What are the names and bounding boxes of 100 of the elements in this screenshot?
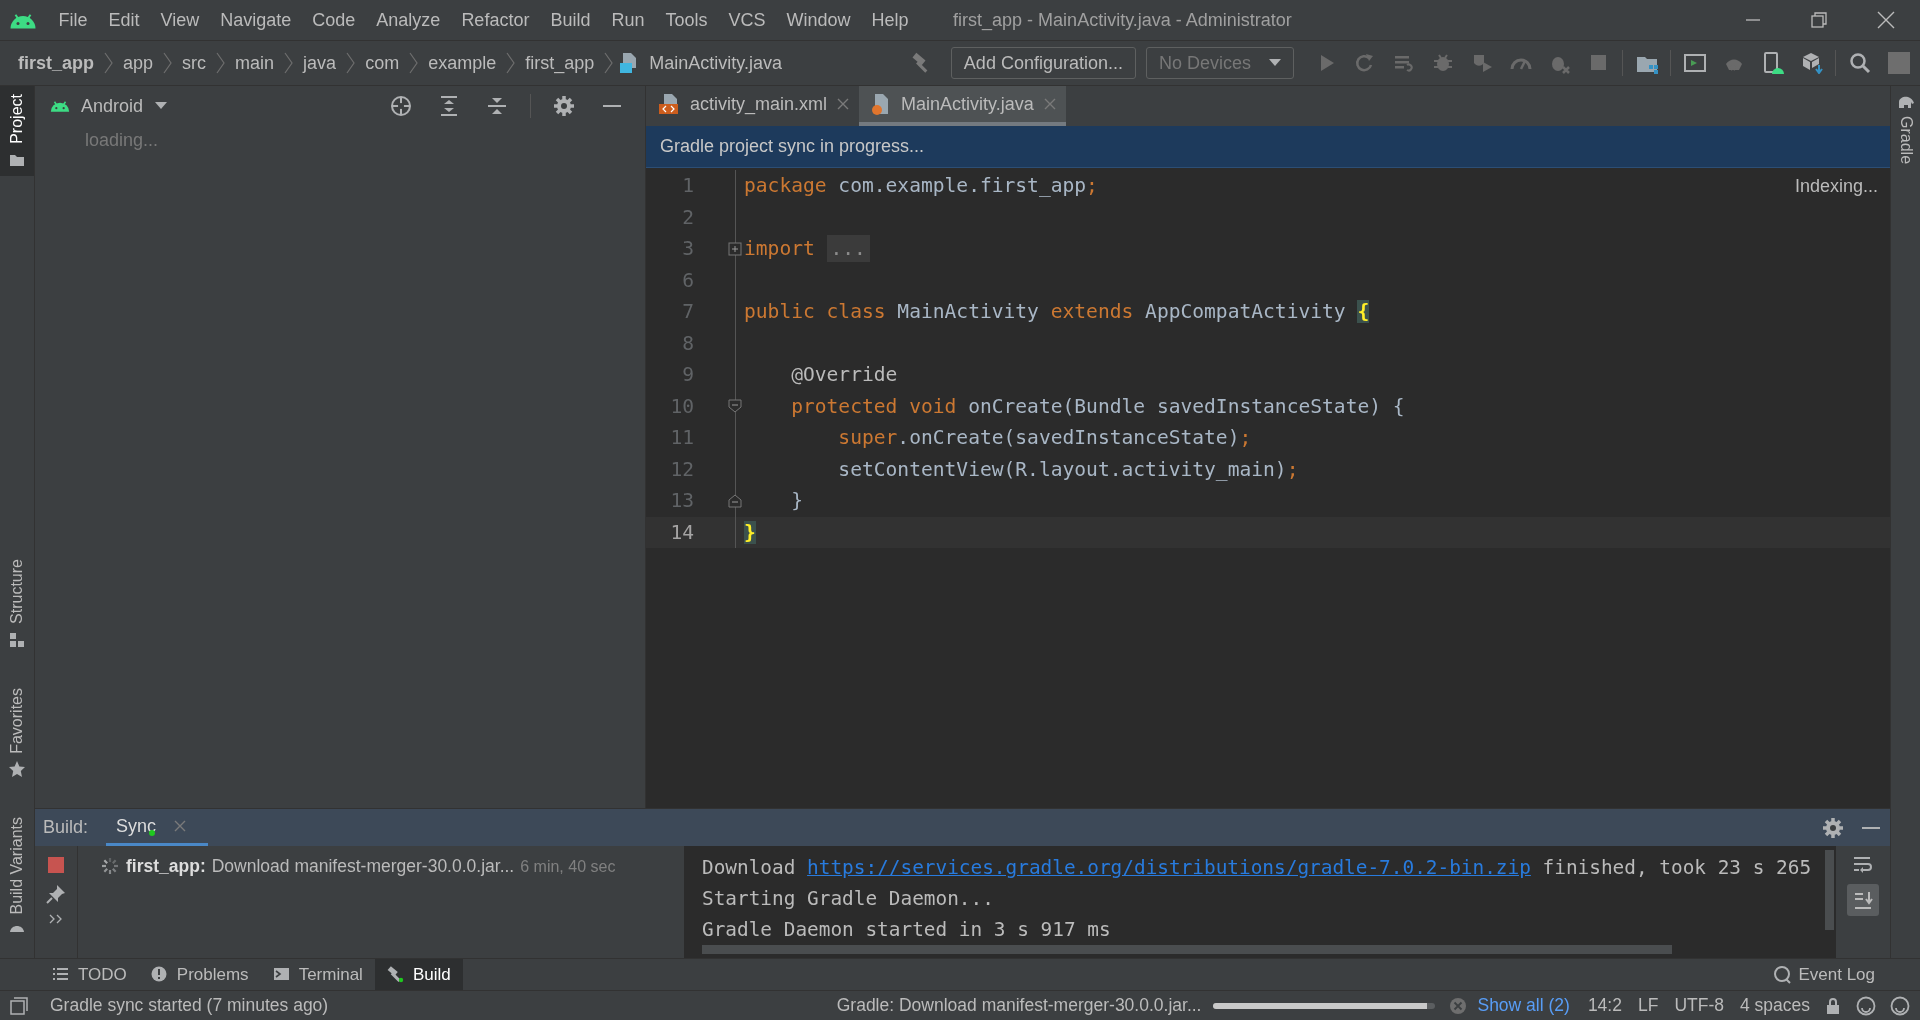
caret-icon [155, 102, 168, 110]
lock-icon[interactable] [1826, 997, 1840, 1014]
line-number: 12 [669, 457, 694, 481]
menu-item[interactable]: VCS [718, 9, 776, 31]
star-icon [9, 761, 25, 778]
tool-window-tab[interactable]: Problems [138, 959, 261, 990]
phone-icon[interactable] [1761, 52, 1784, 74]
more-icon[interactable] [49, 914, 63, 924]
breadcrumb[interactable]: main [235, 52, 275, 74]
menu-item[interactable]: Run [600, 9, 655, 31]
event-log-tab[interactable]: Event Log [1773, 959, 1875, 990]
menu-item[interactable]: View [150, 9, 210, 31]
rerun-icon[interactable] [1353, 52, 1376, 74]
line-number: 14 [669, 520, 694, 544]
editor-tab[interactable]: activity_main.xml [646, 86, 860, 126]
search-icon[interactable] [1848, 52, 1871, 74]
scroll-to-end-icon[interactable] [1847, 884, 1879, 916]
tool-window-button[interactable]: Build Variants [0, 809, 34, 940]
menu-item[interactable]: Code [301, 9, 366, 31]
chevron-icon [346, 52, 356, 74]
smiley-icon[interactable] [1890, 995, 1910, 1016]
chevron-icon [284, 52, 294, 74]
tool-window-tab[interactable]: Build [374, 959, 463, 990]
breadcrumb[interactable]: com [365, 52, 400, 74]
menu-item[interactable]: Navigate [209, 9, 302, 31]
menu-item[interactable]: Edit [98, 9, 151, 31]
chevron-icon [216, 52, 226, 74]
settings-icon[interactable] [1822, 816, 1844, 839]
code-line: protected void onCreate(Bundle savedInstanceState) { [790, 394, 1405, 418]
show-all-link[interactable]: Show all (2) [1477, 995, 1570, 1016]
breadcrumb[interactable]: java [303, 52, 337, 74]
fold-expand-icon[interactable] [728, 241, 742, 256]
line-separator[interactable]: LF [1637, 995, 1659, 1016]
tool-window-tab[interactable]: Terminal [260, 959, 375, 990]
code-line: package com.example.first_app; [744, 174, 1098, 198]
menu-item[interactable]: Build [539, 9, 601, 31]
loading-text: loading... [84, 129, 160, 151]
scrollbar[interactable] [1825, 850, 1834, 930]
cancel-icon[interactable] [1449, 996, 1468, 1015]
caret-icon [1269, 59, 1281, 67]
square-icon[interactable] [1887, 52, 1910, 74]
code-line: setContentView(R.layout.activity_main); [837, 457, 1299, 481]
breadcrumb[interactable]: first_app [525, 52, 595, 74]
tool-window-button[interactable]: Project [0, 86, 34, 176]
tool-window-button[interactable]: Structure [0, 550, 34, 656]
panel-label: Build: [42, 817, 90, 838]
panel-toggle-icon[interactable] [10, 996, 28, 1015]
menu-item[interactable]: Help [861, 9, 920, 31]
hammer-icon [386, 966, 404, 983]
line-number: 3 [681, 237, 694, 261]
breadcrumb[interactable]: example [428, 52, 497, 74]
stop-icon[interactable] [47, 856, 65, 874]
menu-item[interactable]: Tools [654, 9, 718, 31]
menu-item[interactable]: Analyze [365, 9, 451, 31]
chevron-icon [163, 52, 173, 74]
package-download-icon[interactable] [1800, 52, 1823, 74]
link[interactable]: https://services.gradle.org/distributions/gradle-7.0.2-bin.zip [807, 856, 1531, 879]
close-icon[interactable] [837, 98, 850, 110]
settings-icon[interactable] [553, 95, 575, 117]
tool-window-button[interactable]: Gradle [1891, 86, 1920, 173]
console-line: Starting Gradle Daemon... [702, 886, 995, 912]
tool-window-tab[interactable]: TODO [40, 959, 139, 990]
console-line: Download https://services.gradle.org/distributions/gradle-7.0.2-bin.zip finished, took 23 s 265 [702, 855, 1813, 881]
tree-item[interactable]: first_app: Download manifest-merger-30.0.0.jar... 6 min, 40 sec [126, 856, 616, 877]
smiley-icon[interactable] [1856, 995, 1876, 1016]
menu-item[interactable]: File [48, 9, 98, 31]
breadcrumb[interactable]: src [182, 52, 207, 74]
bug-icon[interactable] [1431, 52, 1454, 74]
file-encoding[interactable]: UTF-8 [1674, 995, 1724, 1016]
indent-setting[interactable]: 4 spaces [1739, 995, 1810, 1016]
line-number: 13 [669, 489, 694, 513]
caret-position[interactable]: 14:2 [1587, 995, 1622, 1016]
console-line: Gradle Daemon started in 3 s 917 ms [702, 917, 1112, 943]
breadcrumb[interactable]: first_app [18, 52, 95, 74]
window-title: first_app - MainActivity.java - Administrator [953, 9, 1292, 31]
breadcrumb[interactable]: app [123, 52, 154, 74]
menu-item[interactable]: Refactor [450, 9, 540, 31]
code-line: import ... [744, 237, 870, 261]
target-icon[interactable] [390, 95, 412, 117]
fold-marker-icon[interactable] [728, 399, 742, 414]
configuration-button[interactable]: Add Configuration... [950, 47, 1136, 79]
pin-icon[interactable] [46, 884, 66, 904]
restore-icon[interactable] [1811, 12, 1827, 28]
menu-item[interactable]: Window [776, 9, 862, 31]
breadcrumb[interactable]: MainActivity.java [649, 52, 782, 74]
line-number: 10 [669, 394, 694, 418]
warning-circle-icon [150, 966, 168, 983]
device-manager-icon[interactable] [1683, 52, 1706, 74]
scrollbar[interactable] [702, 945, 1672, 954]
line-number: 11 [669, 426, 694, 450]
tool-window-button[interactable]: Favorites [0, 679, 34, 786]
panel-tab[interactable]: Sync [106, 809, 209, 846]
close-icon[interactable] [1877, 11, 1895, 29]
editor-tab[interactable]: MainActivity.java [859, 86, 1066, 126]
expand-all-icon[interactable] [438, 95, 460, 117]
line-number: 6 [681, 268, 694, 292]
elephant-icon [1896, 94, 1915, 110]
collapse-all-icon[interactable] [486, 95, 508, 117]
fold-marker-icon[interactable] [728, 493, 742, 508]
view-selector[interactable]: Android [81, 95, 168, 117]
